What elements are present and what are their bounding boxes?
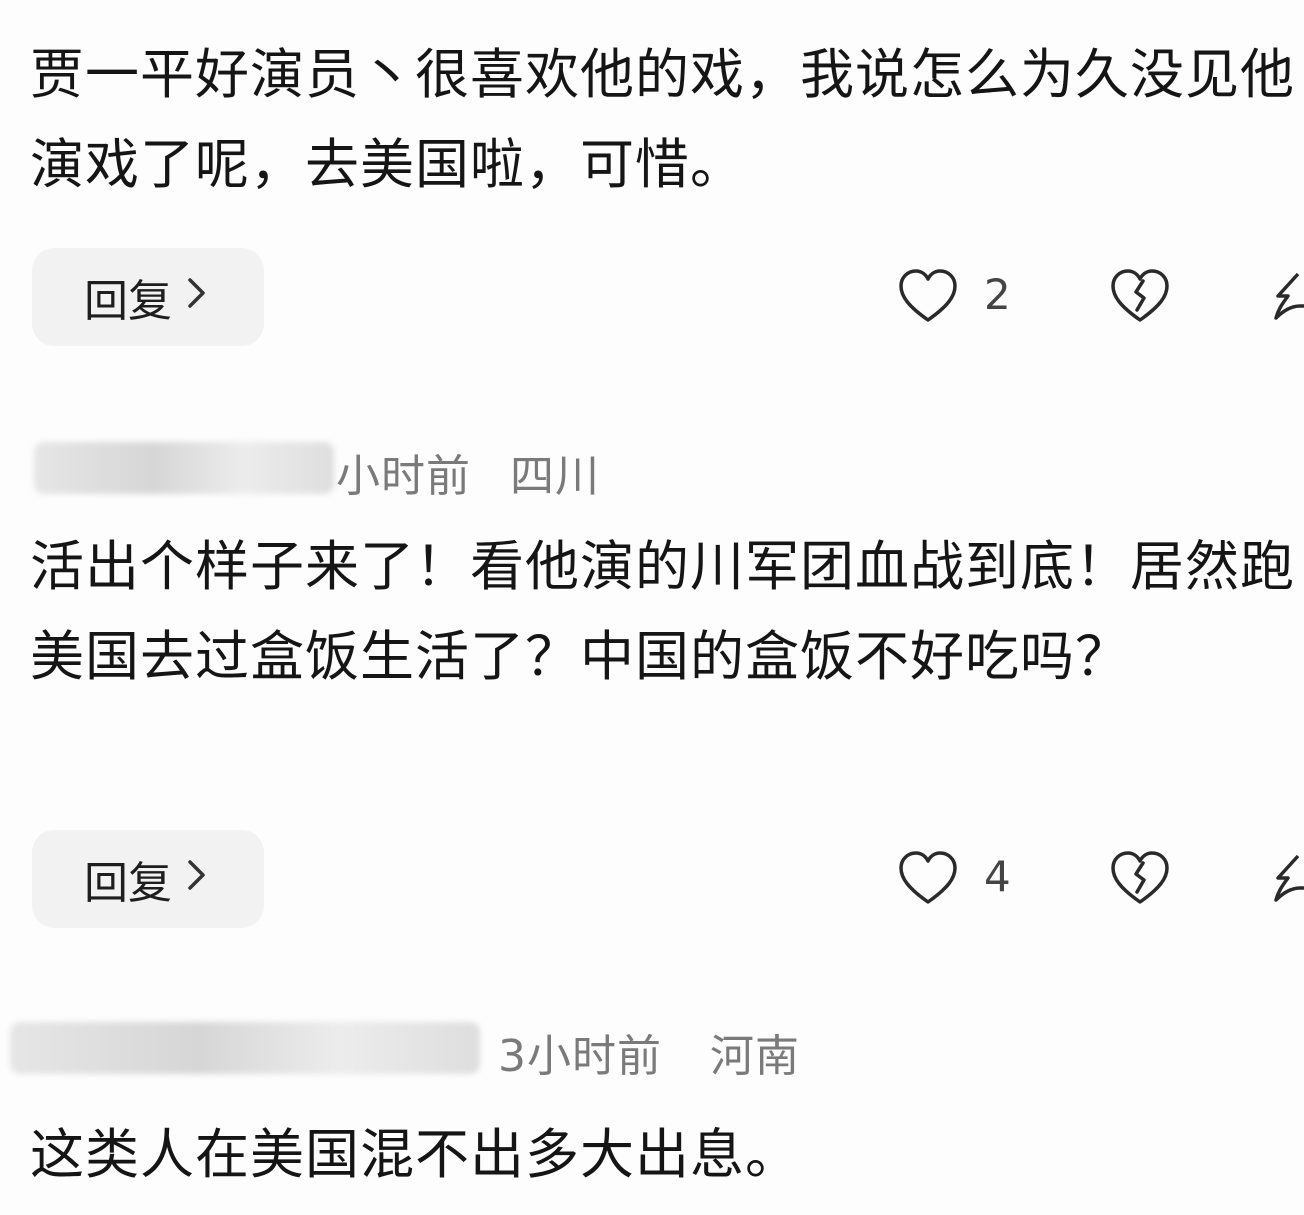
username-blurred — [10, 1022, 480, 1074]
comment-time: 3小时前 — [498, 1031, 662, 1082]
comment-actions: 4 — [0, 830, 1304, 928]
comment-actions: 2 — [0, 248, 1304, 346]
comment-text: 贾一平好演员丶很喜欢他的戏，我说怎么为久没见他演戏了呢，去美国啦，可惜。 — [30, 43, 1295, 196]
like-count: 2 — [984, 270, 1011, 319]
broken-heart-icon[interactable] — [1110, 268, 1170, 326]
comment-location: 四川 — [510, 451, 600, 502]
comment-location: 河南 — [710, 1031, 800, 1082]
comment-meta: 3小时前 河南 — [0, 1012, 1304, 1082]
comment-text: 活出个样子来了！看他演的川军团血战到底！居然跑美国去过盒饭生活了？中国的盒饭不好… — [30, 535, 1295, 688]
broken-heart-icon[interactable] — [1110, 850, 1170, 908]
heart-icon[interactable] — [898, 268, 958, 326]
comment-text: 这类人在美国混不出多大出息。 — [30, 1123, 800, 1186]
comment-meta: 小时前 四川 — [0, 432, 1304, 502]
username-blurred — [34, 442, 334, 494]
share-icon[interactable] — [1268, 850, 1304, 906]
comment-time: 小时前 — [336, 451, 471, 502]
heart-icon[interactable] — [898, 850, 958, 908]
share-icon[interactable] — [1268, 268, 1304, 324]
like-count: 4 — [984, 852, 1011, 901]
